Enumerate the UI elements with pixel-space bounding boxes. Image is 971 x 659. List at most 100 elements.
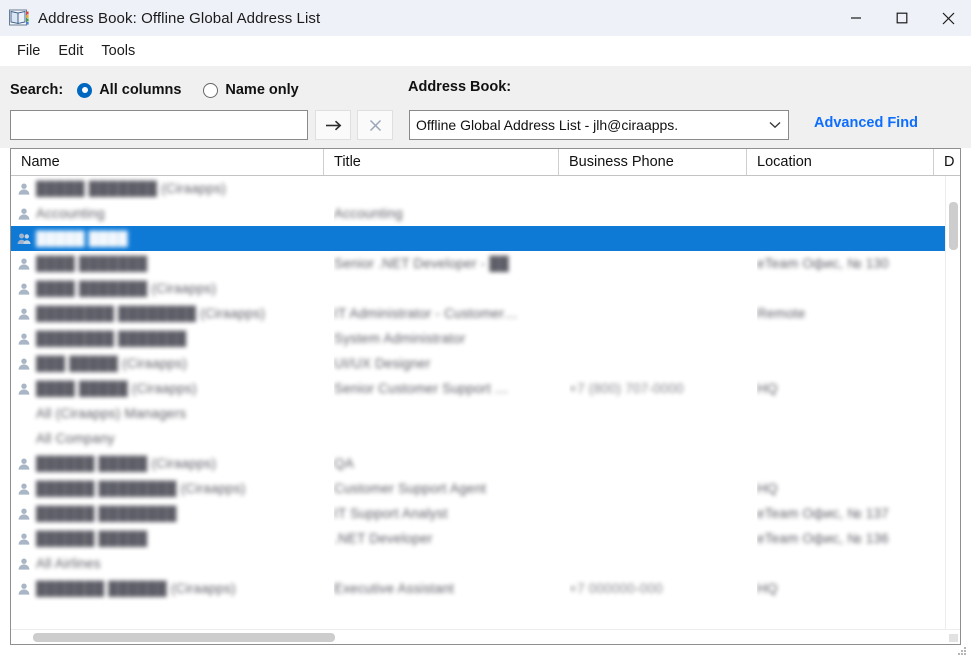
menu-file[interactable]: File [8,40,49,62]
search-go-button[interactable] [315,110,351,140]
contact-icon [17,257,31,271]
grip-dot [958,653,960,655]
contact-icon [17,282,31,296]
vertical-scrollbar[interactable] [945,176,960,629]
column-header-d[interactable]: D [934,149,960,175]
menu-edit[interactable]: Edit [49,40,92,62]
cell-location-text: eTeam Офис, № 137 [757,506,889,521]
search-label: Search: [10,82,64,98]
cell-phone: +7 000000-000 [569,576,745,601]
cell-phone-text: +7 000000-000 [569,581,663,596]
table-row[interactable]: All Company [11,426,945,451]
status-bar [0,645,971,659]
resize-grip[interactable] [958,647,968,657]
cell-title: Senior .NET Developer - ██ [334,251,557,276]
search-clear-button[interactable] [357,110,393,140]
search-toolbar: Search: All columns Name only Address Bo… [0,66,971,148]
radio-name-only[interactable]: Name only [203,82,299,98]
address-book-label: Address Book: [408,79,512,95]
cell-name: All Airlines [11,551,324,576]
radio-all-columns-indicator [77,82,93,98]
radio-all-columns[interactable]: All columns [77,82,181,98]
cell-name: All (Ciraapps) Managers [11,401,324,426]
table-row[interactable]: ████ █████ (Ciraapps) Senior Customer Sup… [11,376,945,401]
column-header-label: Business Phone [569,154,674,170]
cell-title: IT Support Analyst [334,501,557,526]
grip-dot [964,647,966,649]
cell-title-text: System Administrator [334,331,466,346]
table-row[interactable]: ███████ ██████ (Ciraapps) Executive Assis… [11,576,945,601]
search-input[interactable] [10,110,308,140]
cell-name: ████████ ████████ (Ciraapps) [11,301,324,326]
table-row[interactable]: All (Ciraapps) Managers [11,401,945,426]
column-header-title[interactable]: Title [324,149,559,175]
vertical-scrollbar-thumb[interactable] [949,202,958,250]
close-button[interactable] [925,0,971,36]
table-row[interactable]: █████ ████ [11,226,945,251]
cell-title-text: IT Support Analyst [334,506,448,521]
address-book-window: Address Book: Offline Global Address Lis… [0,0,971,659]
cell-location-text: eTeam Офис, № 130 [757,256,889,271]
column-header-business-phone[interactable]: Business Phone [559,149,747,175]
title-bar: Address Book: Offline Global Address Lis… [0,0,971,36]
table-row[interactable]: Accounting Accounting [11,201,945,226]
minimize-button[interactable] [833,0,879,36]
address-book-icon [8,7,30,29]
search-controls-row: Offline Global Address List - jlh@ciraap… [0,110,971,140]
cell-name-text: ████████ ███████ [36,331,187,346]
cell-phone: +7 (800) 707-0000 [569,376,745,401]
table-row[interactable]: ██████ ████████ IT Support Analyst eTeam О… [11,501,945,526]
address-book-select[interactable]: Offline Global Address List - jlh@ciraap… [409,110,789,140]
table-row[interactable]: ████ ███████ (Ciraapps) [11,276,945,301]
table-row[interactable]: ████ ███████ Senior .NET Developer - ██ eT… [11,251,945,276]
cell-name: ████ █████ (Ciraapps) [11,376,324,401]
menu-bar: File Edit Tools [0,36,971,66]
cell-title-text: Customer Support Agent [334,481,487,496]
contact-icon [17,332,31,346]
cell-location: Remote [757,301,932,326]
grip-dot [961,653,963,655]
cell-phone-text: +7 (800) 707-0000 [569,381,684,396]
cell-location: HQ [757,376,932,401]
table-row[interactable]: All Airlines [11,551,945,576]
column-header-label: Location [757,154,812,170]
cell-title-text: .NET Developer [334,531,433,546]
cell-name-text: All Airlines [36,556,101,571]
radio-all-columns-label: All columns [99,82,182,98]
cell-name-text: ████ █████ (Ciraapps) [36,381,197,396]
advanced-find-link[interactable]: Advanced Find [814,115,918,131]
table-row[interactable]: ████████ ████████ (Ciraapps) IT Administr… [11,301,945,326]
cell-name: ███████ ██████ (Ciraapps) [11,576,324,601]
cell-title: Executive Assistant [334,576,557,601]
cell-name-text: All (Ciraapps) Managers [36,406,187,421]
cell-name-text: ████████ ████████ (Ciraapps) [36,306,266,321]
cell-location: eTeam Офис, № 136 [757,526,932,551]
column-header-location[interactable]: Location [747,149,934,175]
cell-title-text: Senior Customer Support … [334,381,509,396]
cell-location: HQ [757,476,932,501]
cell-title-text: UI/UX Designer [334,356,431,371]
cell-location-text: HQ [757,581,778,596]
cell-location: eTeam Офис, № 137 [757,501,932,526]
cell-title: QA [334,451,557,476]
table-row[interactable]: █████ ███████ (Ciraapps) [11,176,945,201]
column-header-label: Title [334,154,361,170]
cell-location-text: Remote [757,306,806,321]
cell-location: HQ [757,576,932,601]
table-row[interactable]: ██████ █████ .NET Developer eTeam Офис, № … [11,526,945,551]
cell-title-text: QA [334,456,354,471]
menu-tools[interactable]: Tools [92,40,144,62]
table-row[interactable]: ███ █████ (Ciraapps) UI/UX Designer [11,351,945,376]
contact-icon [17,507,31,521]
radio-name-only-indicator [203,82,219,98]
horizontal-scrollbar[interactable] [11,629,960,644]
cell-name: ████████ ███████ [11,326,324,351]
column-header-name[interactable]: Name [11,149,324,175]
table-row[interactable]: ██████ █████ (Ciraapps) QA [11,451,945,476]
table-row[interactable]: ████████ ███████ System Administrator [11,326,945,351]
column-header-label: Name [21,154,60,170]
maximize-button[interactable] [879,0,925,36]
horizontal-scrollbar-thumb[interactable] [33,633,335,642]
cell-title: Customer Support Agent [334,476,557,501]
table-row[interactable]: ██████ ████████ (Ciraapps) Customer Suppo… [11,476,945,501]
